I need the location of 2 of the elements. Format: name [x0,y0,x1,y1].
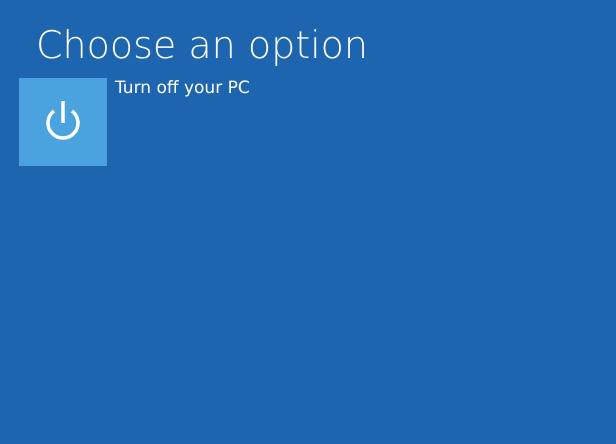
option-button[interactable]: Turn off your PC [19,78,250,166]
page-title: Choose an option [36,22,369,69]
